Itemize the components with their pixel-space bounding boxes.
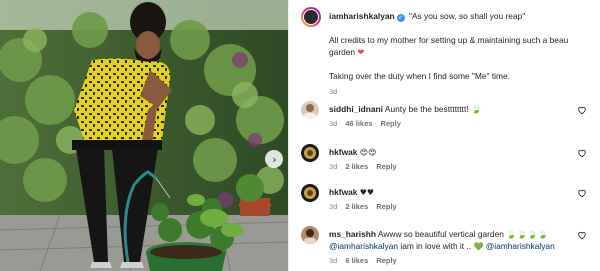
- comment-meta: 3d 46 likes Reply: [329, 119, 401, 128]
- verified-badge-icon: ✓: [396, 14, 405, 22]
- post-photo: ›: [0, 0, 288, 271]
- red-heart-emoji: ❤: [357, 47, 365, 57]
- post-time: 3d: [329, 87, 338, 96]
- mention-link[interactable]: @iamharishkalyan: [329, 241, 398, 251]
- comment-username[interactable]: siddhi_idnani: [329, 104, 383, 114]
- comment-text: Aunty be the bestttttttt! 🍃: [384, 104, 482, 114]
- caption-duty: Taking over the duty when I find some "M…: [329, 71, 510, 81]
- next-photo-button[interactable]: ›: [265, 150, 283, 168]
- commenter-avatar[interactable]: [301, 144, 319, 162]
- reply-button[interactable]: Reply: [380, 119, 400, 128]
- comment-text-continued: iam in love with it ..: [398, 241, 474, 251]
- comment-username[interactable]: hkfwak: [329, 147, 357, 157]
- reply-button[interactable]: Reply: [376, 202, 396, 211]
- comment-text: 😍😍: [359, 148, 377, 157]
- comments-panel: iamharishkalyan ✓ "As you sow, so shall y…: [288, 0, 600, 271]
- reply-button[interactable]: Reply: [376, 256, 396, 265]
- comment-username[interactable]: hkfwak: [329, 187, 357, 197]
- comment-text: Awww so beautiful vertical garden 🍃🍃🍃🍃: [377, 229, 548, 239]
- green-heart-emoji: 💚: [473, 242, 484, 251]
- comment-item: siddhi_idnani Aunty be the bestttttttt! …: [301, 101, 600, 133]
- caption-credits: All credits to my mother for setting up …: [329, 35, 569, 57]
- heart-outline-icon[interactable]: [577, 230, 587, 240]
- post-caption: iamharishkalyan ✓ "As you sow, so shall y…: [301, 7, 600, 97]
- comment-likes[interactable]: 46 likes: [345, 119, 372, 128]
- author-avatar[interactable]: [301, 7, 321, 27]
- garden-photo-illustration: [0, 0, 288, 271]
- caption-quote: "As you sow, so shall you reap": [408, 11, 526, 21]
- heart-outline-icon[interactable]: [577, 148, 587, 158]
- reply-button[interactable]: Reply: [376, 162, 396, 171]
- chevron-right-icon: ›: [272, 152, 277, 166]
- commenter-avatar[interactable]: [301, 101, 319, 119]
- commenter-avatar[interactable]: [301, 184, 319, 202]
- comment-meta: 3d 2 likes Reply: [329, 162, 397, 171]
- comment-meta: 3d 6 likes Reply: [329, 256, 397, 265]
- comment-text: ♥♥: [359, 188, 375, 197]
- comment-likes[interactable]: 2 likes: [345, 202, 368, 211]
- author-username[interactable]: iamharishkalyan: [329, 11, 395, 21]
- mention-link[interactable]: @iamharishkalyan: [486, 241, 555, 251]
- heart-outline-icon[interactable]: [577, 188, 587, 198]
- comment-item: ms_harishh Awww so beautiful vertical ga…: [301, 226, 600, 270]
- comment-item: hkfwak ♥♥ 3d 2 likes Reply: [301, 184, 600, 214]
- heart-outline-icon[interactable]: [577, 105, 587, 115]
- comment-meta: 3d 2 likes Reply: [329, 202, 397, 211]
- commenter-avatar[interactable]: [301, 226, 319, 244]
- comment-likes[interactable]: 2 likes: [345, 162, 368, 171]
- comment-likes[interactable]: 6 likes: [345, 256, 368, 265]
- comment-item: hkfwak 😍😍 3d 2 likes Reply: [301, 144, 600, 174]
- comment-username[interactable]: ms_harishh: [329, 229, 376, 239]
